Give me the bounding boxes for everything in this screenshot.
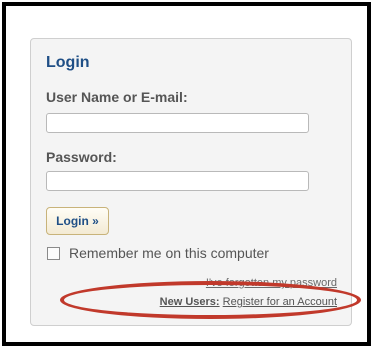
password-input[interactable]: [46, 171, 309, 191]
login-button[interactable]: Login »: [46, 207, 109, 235]
remember-me-label[interactable]: Remember me on this computer: [69, 245, 269, 261]
new-users-register-line: New Users: Register for an Account: [160, 296, 337, 308]
forgot-password-link[interactable]: I've forgotten my password: [206, 277, 337, 289]
username-label: User Name or E-mail:: [46, 89, 188, 105]
register-account-link[interactable]: Register for an Account: [223, 296, 337, 308]
remember-me-row[interactable]: Remember me on this computer: [47, 245, 269, 261]
login-title: Login: [46, 54, 90, 71]
username-input[interactable]: [46, 113, 309, 133]
new-users-label: New Users:: [159, 296, 220, 308]
screenshot-frame: Login User Name or E-mail: Password: Log…: [2, 2, 371, 346]
remember-me-checkbox[interactable]: [47, 246, 60, 260]
login-panel: Login User Name or E-mail: Password: Log…: [30, 38, 352, 326]
password-label: Password:: [46, 149, 117, 165]
